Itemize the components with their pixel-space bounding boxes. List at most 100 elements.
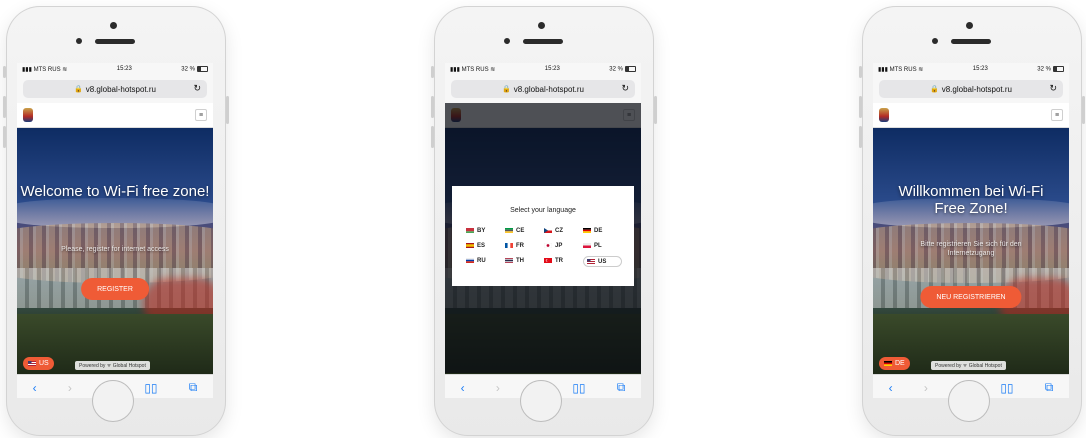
language-option-de[interactable]: DE [583, 226, 622, 235]
chevron-left-icon[interactable]: ‹ [461, 381, 465, 395]
language-option-us[interactable]: US [583, 256, 622, 267]
language-button[interactable]: DE [879, 357, 910, 370]
phone-3: ▮▮▮ MTS RUS ≋ 15:23 32 % 🔒 v8.global-hot… [859, 6, 1085, 436]
welcome-title: Welcome to Wi-Fi free zone! [20, 183, 210, 200]
us-flag-icon [587, 259, 595, 264]
url-field[interactable]: 🔒 v8.global-hotspot.ru ↻ [879, 80, 1063, 98]
battery-icon [1052, 65, 1064, 72]
language-option-tr[interactable]: TR [544, 256, 583, 265]
battery-indicator: 32 % [181, 65, 208, 72]
welcome-subtitle: Please, register for internet access [61, 246, 169, 253]
chevron-left-icon[interactable]: ‹ [889, 381, 893, 395]
language-code: US [39, 360, 49, 367]
language-option-ce[interactable]: CE [505, 226, 544, 235]
language-option-fr[interactable]: FR [505, 241, 544, 250]
world-cup-logo [879, 108, 889, 122]
hero-section: Welcome to Wi-Fi free zone! Please, regi… [17, 128, 213, 374]
proximity-sensor [76, 38, 82, 44]
carrier-label: ▮▮▮ MTS RUS ≋ [22, 66, 68, 73]
language-option-ru[interactable]: RU [466, 256, 505, 265]
register-button[interactable]: NEU REGISTRIEREN [920, 286, 1022, 308]
url-text: v8.global-hotspot.ru [941, 84, 1012, 94]
language-button[interactable]: US [23, 357, 54, 370]
url-field[interactable]: 🔒 v8.global-hotspot.ru ↻ [23, 80, 207, 98]
phone-screen: ▮▮▮ MTS RUS ≋ 15:23 32 % 🔒 v8.global-hot… [873, 63, 1069, 398]
us-flag-icon [28, 361, 36, 366]
earpiece-speaker [95, 39, 135, 44]
tabs-icon[interactable]: ⧉ [189, 380, 198, 395]
language-modal: Select your language BY CE CZ DE ES FR J… [452, 186, 634, 286]
status-bar: ▮▮▮ MTS RUS ≋ 15:23 32 % [445, 63, 641, 75]
address-bar: 🔒 v8.global-hotspot.ru ↻ [873, 75, 1069, 103]
book-icon[interactable]: ▯▯ [572, 381, 585, 395]
reload-icon[interactable]: ↻ [1049, 83, 1057, 94]
welcome-title: Willkommen bei Wi-Fi Free Zone! [898, 183, 1044, 217]
modal-title: Select your language [510, 207, 576, 214]
mute-switch [431, 66, 434, 78]
front-camera [110, 22, 117, 29]
jp-flag-icon [544, 243, 552, 248]
mute-switch [859, 66, 862, 78]
world-cup-logo [23, 108, 33, 122]
hamburger-icon[interactable]: ≡ [195, 109, 207, 121]
pl-flag-icon [583, 243, 591, 248]
address-bar: 🔒 v8.global-hotspot.ru ↻ [17, 75, 213, 103]
register-button[interactable]: REGISTER [81, 278, 149, 300]
phone-screen: ▮▮▮ MTS RUS ≋ 15:23 32 % 🔒 v8.global-hot… [17, 63, 213, 398]
language-option-cz[interactable]: CZ [544, 226, 583, 235]
language-option-jp[interactable]: JP [544, 241, 583, 250]
language-option-pl[interactable]: PL [583, 241, 622, 250]
language-code: DE [895, 360, 905, 367]
powered-by-badge[interactable]: Powered by ᯤ Global Hotspot [75, 361, 150, 370]
book-icon[interactable]: ▯▯ [1000, 381, 1013, 395]
site-header: ≡ [17, 103, 213, 128]
battery-indicator: 32 % [1037, 65, 1064, 72]
tabs-icon[interactable]: ⧉ [1045, 380, 1054, 395]
hamburger-icon[interactable]: ≡ [1051, 109, 1063, 121]
volume-down-button [431, 126, 434, 148]
mute-switch [3, 66, 6, 78]
address-bar: 🔒 v8.global-hotspot.ru ↻ [445, 75, 641, 103]
powered-by-brand: Global Hotspot [112, 362, 146, 369]
th-flag-icon [505, 258, 513, 263]
language-option-th[interactable]: TH [505, 256, 544, 265]
by-flag-icon [466, 228, 474, 233]
chevron-left-icon[interactable]: ‹ [33, 381, 37, 395]
volume-down-button [3, 126, 6, 148]
hotspot-logo-icon: ᯤ [106, 362, 112, 369]
fr-flag-icon [505, 243, 513, 248]
power-button [226, 96, 229, 124]
home-button[interactable] [948, 380, 990, 422]
tr-flag-icon [544, 258, 552, 263]
site-header: ≡ [873, 103, 1069, 128]
language-option-by[interactable]: BY [466, 226, 505, 235]
welcome-subtitle: Bitte registrieren Sie sich für den Inte… [920, 241, 1022, 257]
battery-icon [624, 65, 636, 72]
ce-flag-icon [505, 228, 513, 233]
cz-flag-icon [544, 228, 552, 233]
time-label: 15:23 [972, 66, 988, 72]
carrier-label: ▮▮▮ MTS RUS ≋ [450, 66, 496, 73]
chevron-right-icon[interactable]: › [68, 381, 72, 395]
reload-icon[interactable]: ↻ [621, 83, 629, 94]
url-field[interactable]: 🔒 v8.global-hotspot.ru ↻ [451, 80, 635, 98]
tabs-icon[interactable]: ⧉ [617, 380, 626, 395]
home-button[interactable] [520, 380, 562, 422]
chevron-right-icon[interactable]: › [496, 381, 500, 395]
de-flag-icon [583, 228, 591, 233]
powered-by-label: Powered by [79, 362, 106, 369]
carrier-label: ▮▮▮ MTS RUS ≋ [878, 66, 924, 73]
volume-up-button [859, 96, 862, 118]
powered-by-badge[interactable]: Powered by ᯤ Global Hotspot [931, 361, 1006, 370]
front-camera [538, 22, 545, 29]
chevron-right-icon[interactable]: › [924, 381, 928, 395]
powered-by-brand: Global Hotspot [968, 362, 1002, 369]
time-label: 15:23 [116, 66, 132, 72]
earpiece-speaker [951, 39, 991, 44]
book-icon[interactable]: ▯▯ [144, 381, 157, 395]
home-button[interactable] [92, 380, 134, 422]
powered-by-label: Powered by [935, 362, 962, 369]
language-option-es[interactable]: ES [466, 241, 505, 250]
power-button [1082, 96, 1085, 124]
reload-icon[interactable]: ↻ [193, 83, 201, 94]
